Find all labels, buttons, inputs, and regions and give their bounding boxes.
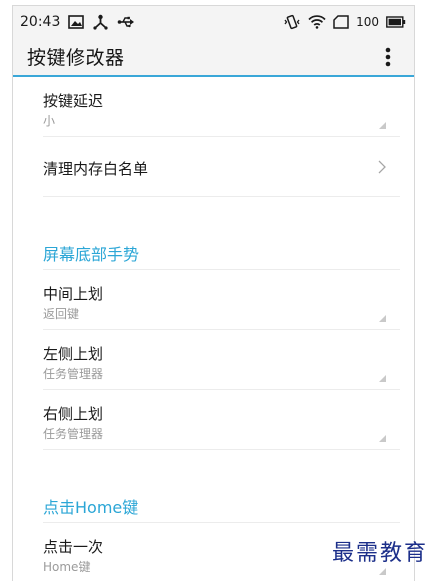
vibrate-icon <box>283 14 301 30</box>
pref-middle-swipe[interactable]: 中间上划 返回键 <box>43 270 400 330</box>
pref-title: 点击一次 <box>43 538 104 556</box>
dropdown-corner-icon <box>379 568 386 575</box>
settings-list: 按键延迟 小 清理内存白名单 屏幕底部手势 中间上划 返回键 左侧上划 任务管理… <box>13 77 414 581</box>
usb-share-icon <box>92 14 109 30</box>
watermark-text: 最需教育 <box>331 541 428 566</box>
phone-screen: 20:43 100 按键修改器 按键延迟 小 清理内存白名单 屏幕底部手势 中间… <box>12 5 415 581</box>
pref-key-delay[interactable]: 按键延迟 小 <box>43 77 400 137</box>
pref-summary: 任务管理器 <box>43 367 104 381</box>
pref-left-swipe[interactable]: 左侧上划 任务管理器 <box>43 330 400 390</box>
status-right: 100 <box>283 14 406 30</box>
status-bar: 20:43 100 <box>13 6 414 38</box>
signal-frame-icon <box>333 15 349 29</box>
dropdown-corner-icon <box>379 315 386 322</box>
status-left: 20:43 <box>20 14 135 30</box>
wifi-icon <box>308 15 326 29</box>
pref-summary: 任务管理器 <box>43 427 104 441</box>
battery-icon <box>386 16 406 28</box>
chevron-right-icon <box>378 159 386 178</box>
usb-icon <box>117 16 135 28</box>
pref-summary: 返回键 <box>43 307 80 321</box>
pref-right-swipe[interactable]: 右侧上划 任务管理器 <box>43 390 400 450</box>
pref-title: 左侧上划 <box>43 345 104 363</box>
pref-title: 清理内存白名单 <box>43 160 149 178</box>
dropdown-corner-icon <box>379 375 386 382</box>
more-vertical-icon <box>385 47 391 66</box>
pref-summary: Home键 <box>43 560 91 574</box>
pref-title: 按键延迟 <box>43 92 104 110</box>
image-icon <box>68 15 85 29</box>
pref-memory-whitelist[interactable]: 清理内存白名单 <box>43 137 400 197</box>
status-time: 20:43 <box>20 14 61 30</box>
section-header-bottom-gesture: 屏幕底部手势 <box>43 241 400 270</box>
more-options-button[interactable] <box>376 42 400 72</box>
dropdown-corner-icon <box>379 435 386 442</box>
dropdown-corner-icon <box>379 122 386 129</box>
app-bar: 按键修改器 <box>13 38 414 77</box>
pref-title: 右侧上划 <box>43 405 104 423</box>
pref-summary: 小 <box>43 114 56 128</box>
app-title: 按键修改器 <box>27 47 125 69</box>
pref-title: 中间上划 <box>43 285 104 303</box>
battery-level: 100 <box>356 15 379 29</box>
section-header-home-click: 点击Home键 <box>43 494 400 523</box>
